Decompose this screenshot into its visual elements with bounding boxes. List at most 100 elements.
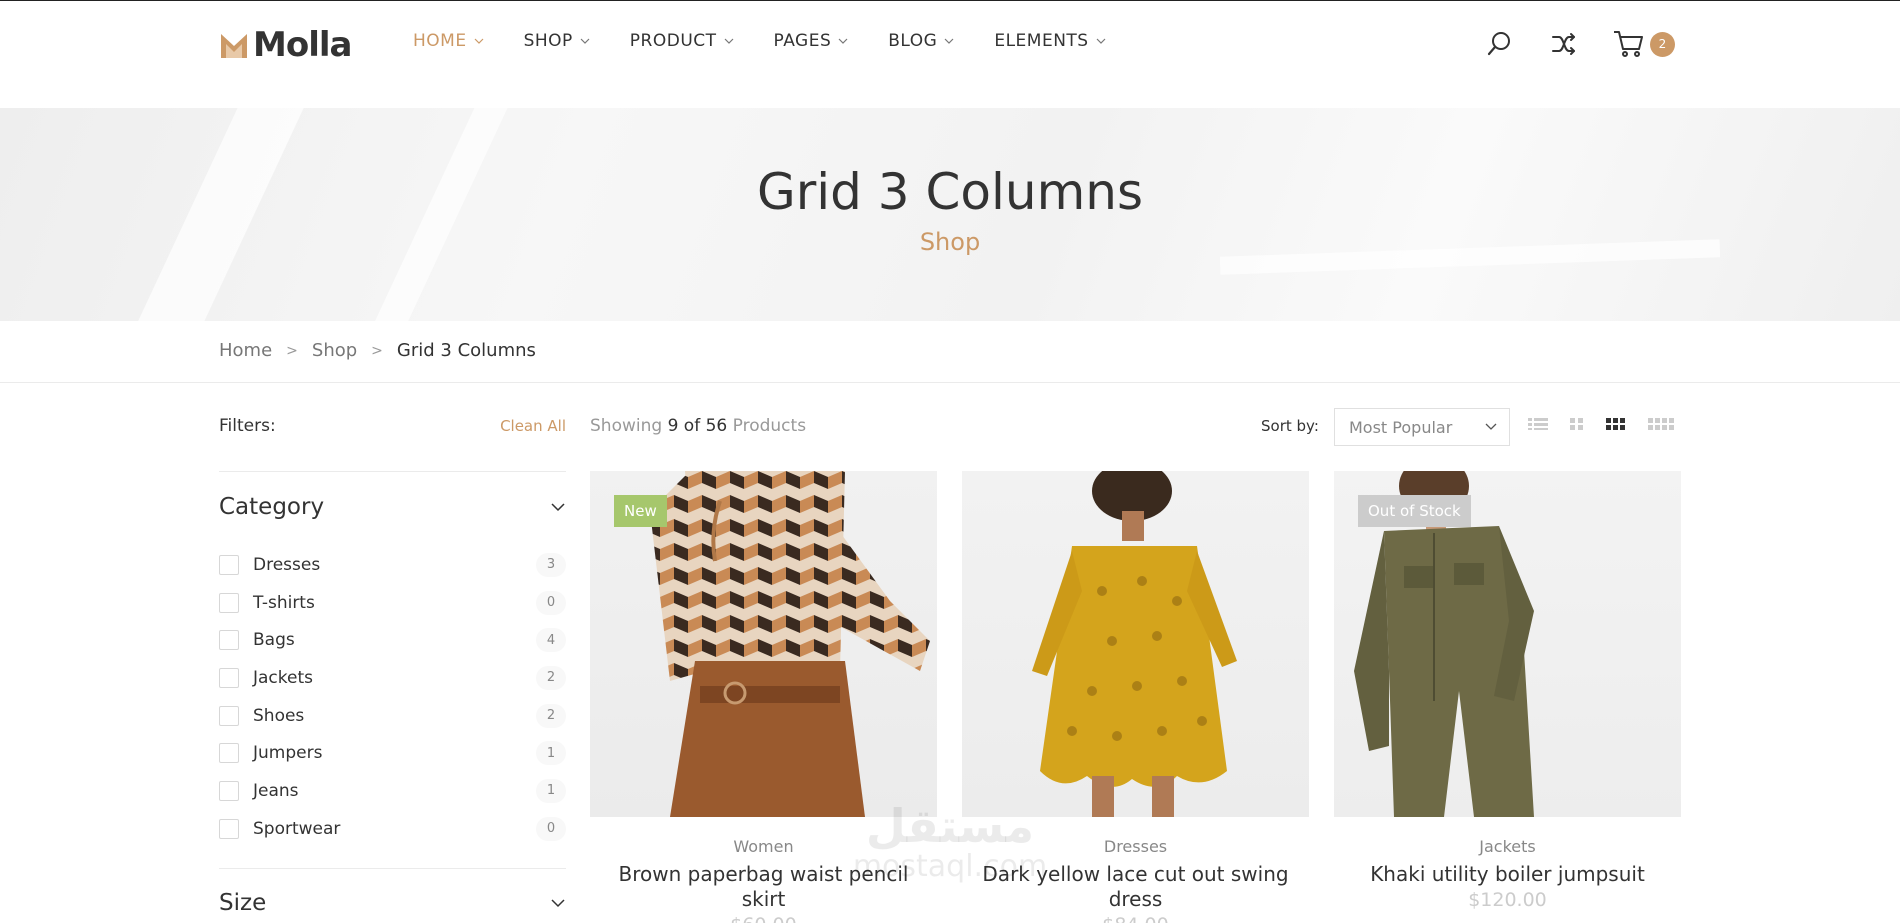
chevron-down-icon	[474, 38, 484, 44]
logo-mark-icon	[221, 34, 247, 58]
nav-home-label: HOME	[413, 31, 467, 51]
site-header: Molla HOME SHOP PRODUCT PAGES BLOG ELEME…	[0, 0, 1900, 108]
category-widget-title: Category	[219, 494, 325, 520]
new-badge: New	[614, 495, 667, 527]
category-item: Sportwear 0	[219, 810, 566, 848]
category-name: Bags	[253, 630, 295, 651]
category-checkbox-row[interactable]: Jumpers	[219, 743, 322, 764]
divider	[0, 382, 1900, 383]
filters-label: Filters:	[219, 416, 276, 436]
product-price: $84.00	[962, 914, 1309, 923]
category-name: Jeans	[253, 780, 299, 801]
size-widget-toggle[interactable]: Size	[219, 890, 566, 916]
category-checkbox-row[interactable]: Sportwear	[219, 818, 341, 839]
showing-count: 9 of 56	[667, 416, 728, 436]
product-price: $60.00	[590, 914, 937, 923]
nav-home[interactable]: HOME	[413, 31, 484, 51]
grid-4-view-icon[interactable]	[1648, 418, 1676, 430]
chevron-right-icon: >	[286, 342, 298, 359]
product-category[interactable]: Women	[590, 837, 937, 856]
nav-product-label: PRODUCT	[629, 31, 717, 51]
category-item: Jeans 1	[219, 772, 566, 810]
checkbox[interactable]	[219, 554, 239, 575]
chevron-down-icon	[1485, 423, 1497, 430]
product-card: Out of Stock Jackets Khaki utility boile…	[1334, 471, 1681, 911]
chevron-down-icon	[724, 38, 733, 44]
sort-select[interactable]: Most Popular	[1334, 408, 1510, 446]
product-price: $120.00	[1468, 889, 1547, 911]
product-title[interactable]: Khaki utility boiler jumpsuit	[1334, 862, 1681, 887]
checkbox[interactable]	[219, 592, 239, 613]
category-checkbox-row[interactable]: Jackets	[219, 667, 313, 688]
header-icons: 2	[1485, 29, 1675, 59]
category-checkbox-row[interactable]: Shoes	[219, 705, 305, 726]
list-view-icon[interactable]	[1528, 418, 1548, 430]
product-card: New Women Brown paperbag waist pencil sk…	[590, 471, 937, 923]
category-checkbox-row[interactable]: Bags	[219, 630, 295, 651]
page-subtitle: Shop	[919, 228, 981, 256]
search-icon[interactable]	[1485, 29, 1515, 59]
size-widget-title: Size	[219, 890, 267, 916]
category-checkbox-row[interactable]: Dresses	[219, 554, 320, 575]
chevron-right-icon: >	[371, 342, 383, 359]
main-nav: HOME SHOP PRODUCT PAGES BLOG ELEMENTS	[413, 31, 1146, 51]
checkbox[interactable]	[219, 743, 239, 764]
nav-elements-label: ELEMENTS	[994, 31, 1089, 51]
product-image[interactable]: New	[590, 471, 937, 817]
category-count: 0	[536, 590, 566, 615]
page-title: Grid 3 Columns	[756, 163, 1144, 221]
breadcrumb-home[interactable]: Home	[219, 340, 272, 361]
filters-header: Filters: Clean All	[219, 416, 566, 436]
category-count: 1	[536, 778, 566, 803]
category-checkbox-row[interactable]: Jeans	[219, 780, 299, 801]
product-title[interactable]: Dark yellow lace cut out swing dress	[962, 862, 1309, 912]
product-image[interactable]	[962, 471, 1309, 817]
checkbox[interactable]	[219, 667, 239, 688]
product-category[interactable]: Jackets	[1334, 837, 1681, 856]
chevron-down-icon	[944, 38, 954, 44]
page-banner: Grid 3 Columns Shop	[0, 108, 1900, 321]
showing-prefix: Showing	[590, 416, 663, 436]
category-checkbox-row[interactable]: T-shirts	[219, 592, 315, 613]
compare-shuffle-icon[interactable]	[1549, 29, 1579, 59]
cart-button[interactable]: 2	[1613, 29, 1675, 59]
chevron-down-icon	[551, 899, 565, 908]
category-count: 3	[536, 552, 566, 577]
nav-blog-label: BLOG	[888, 31, 938, 51]
chevron-down-icon	[551, 503, 565, 512]
checkbox[interactable]	[219, 818, 239, 839]
product-card: Dresses Dark yellow lace cut out swing d…	[962, 471, 1309, 923]
view-mode-switcher	[1528, 418, 1698, 430]
category-name: Sportwear	[253, 818, 341, 839]
nav-pages[interactable]: PAGES	[774, 31, 849, 51]
chevron-down-icon	[580, 38, 590, 44]
logo[interactable]: Molla	[219, 23, 352, 67]
grid-2-view-icon[interactable]	[1570, 418, 1584, 430]
nav-blog[interactable]: BLOG	[888, 31, 954, 51]
breadcrumb-shop[interactable]: Shop	[312, 340, 357, 361]
brand-name: Molla	[253, 25, 352, 65]
category-count: 2	[536, 703, 566, 728]
grid-3-view-icon[interactable]	[1606, 418, 1626, 430]
category-item: Jumpers 1	[219, 734, 566, 772]
category-name: Shoes	[253, 705, 305, 726]
nav-product[interactable]: PRODUCT	[630, 31, 734, 51]
category-item: Dresses 3	[219, 546, 566, 584]
category-count: 1	[536, 741, 566, 766]
breadcrumb: Home > Shop > Grid 3 Columns	[219, 340, 536, 361]
category-widget-toggle[interactable]: Category	[219, 494, 566, 520]
product-image[interactable]: Out of Stock	[1334, 471, 1681, 817]
product-category[interactable]: Dresses	[962, 837, 1309, 856]
nav-shop-label: SHOP	[523, 31, 573, 51]
nav-shop[interactable]: SHOP	[524, 31, 590, 51]
category-item: T-shirts 0	[219, 584, 566, 622]
clean-all-link[interactable]: Clean All	[500, 417, 566, 435]
category-name: T-shirts	[253, 592, 315, 613]
checkbox[interactable]	[219, 630, 239, 651]
chevron-down-icon	[1096, 38, 1106, 44]
checkbox[interactable]	[219, 705, 239, 726]
nav-elements[interactable]: ELEMENTS	[994, 31, 1106, 51]
checkbox[interactable]	[219, 780, 239, 801]
out-of-stock-badge: Out of Stock	[1358, 495, 1471, 527]
product-title[interactable]: Brown paperbag waist pencil skirt	[590, 862, 937, 912]
